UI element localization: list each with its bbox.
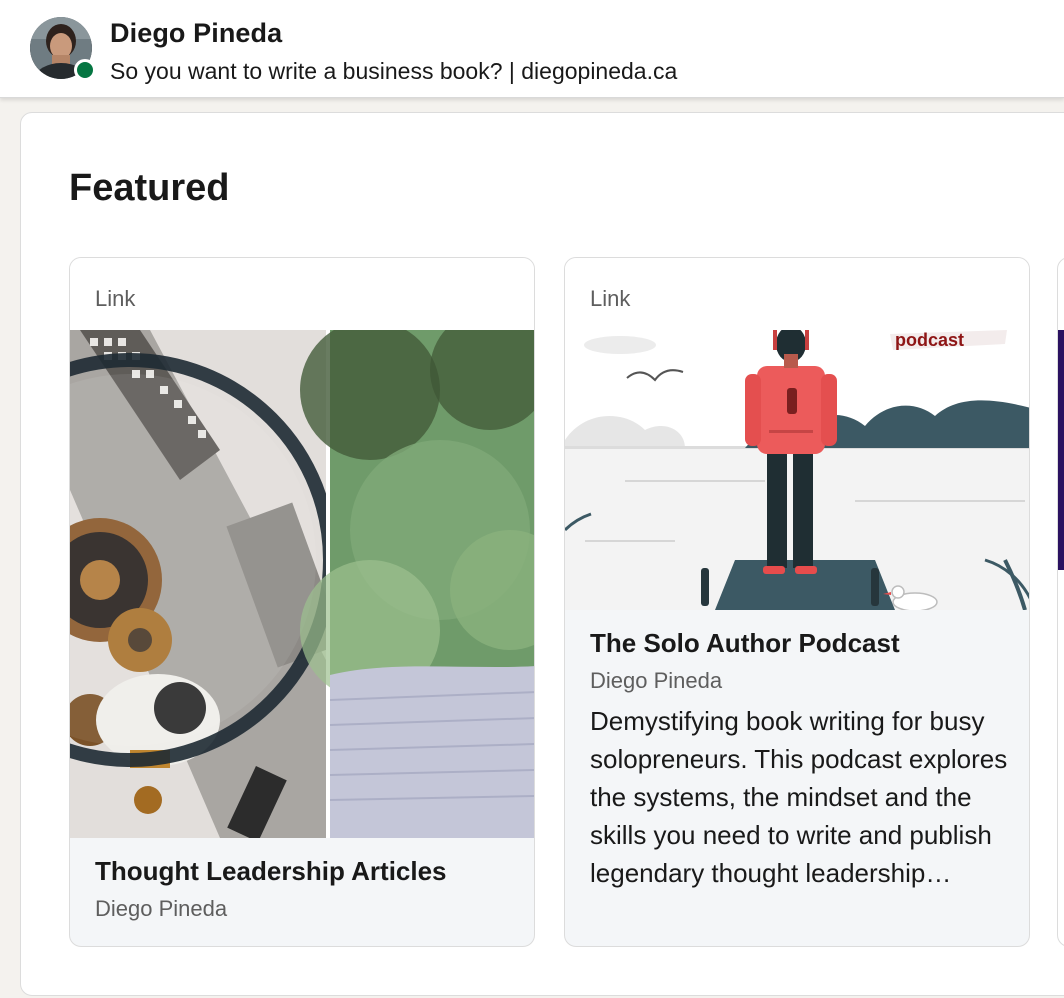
podcast-banner-text: podcast [895, 330, 964, 350]
card-image[interactable] [1058, 330, 1064, 570]
card-title[interactable]: Thought Leadership Articles [95, 856, 447, 887]
online-status-dot [74, 59, 96, 81]
profile-sticky-header: Diego Pineda So you want to write a busi… [0, 0, 1064, 98]
featured-card-articles[interactable]: Link Thought Leadership Articles Diego P… [69, 257, 535, 947]
featured-card-podcast[interactable]: Link podcast The Solo Author Podcast Die… [564, 257, 1030, 947]
card-author: Diego Pineda [590, 668, 723, 693]
card-image[interactable]: podcast [565, 330, 1029, 610]
profile-name[interactable]: Diego Pineda [110, 18, 282, 49]
card-description: Demystifying book writing for busy solop… [590, 706, 1008, 888]
card-type-label: Link [590, 286, 631, 311]
section-title: Featured [69, 167, 230, 209]
card-image[interactable] [70, 330, 534, 838]
card-type-header: Link [70, 258, 534, 330]
profile-headline: So you want to write a business book? | … [110, 58, 678, 84]
podcast-illustration-image: podcast [565, 330, 1029, 610]
card-type-header: Link [565, 258, 1029, 330]
card-author: Diego Pineda [95, 896, 228, 921]
card-title[interactable]: The Solo Author Podcast [590, 628, 900, 659]
featured-card-next[interactable] [1057, 257, 1064, 947]
avatar[interactable] [30, 17, 96, 81]
featured-section: Featured Link Thought Leadership Article… [20, 112, 1064, 996]
magnifying-glass-collage-image [70, 330, 534, 838]
card-type-label: Link [95, 286, 136, 311]
